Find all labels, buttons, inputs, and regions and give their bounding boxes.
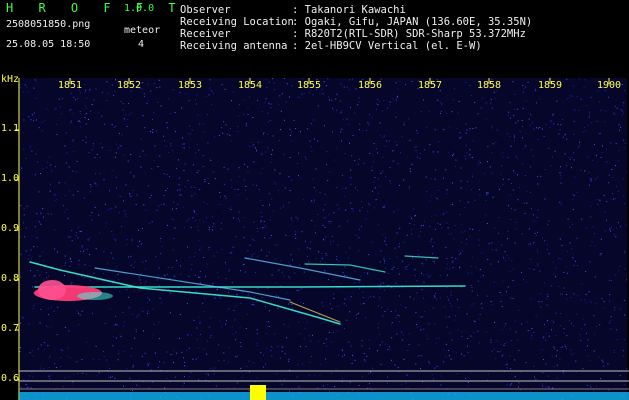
- meteor-head-echo: [77, 292, 113, 300]
- spectrogram-overlay: [15, 78, 629, 400]
- x-tick-marks: [69, 78, 610, 84]
- noise-band: [19, 392, 629, 400]
- meteor-head-echo: [38, 280, 66, 300]
- noise-burst: [250, 385, 266, 400]
- hrofft-screen: H R O F F T 1.0.0 2508051850.png 25.08.0…: [0, 0, 629, 400]
- y-tick-marks: [15, 129, 19, 381]
- meteor-trail: [404, 255, 439, 259]
- meteor-trail: [34, 285, 466, 288]
- meteor-trails: [29, 255, 466, 325]
- meteor-trail: [244, 257, 361, 281]
